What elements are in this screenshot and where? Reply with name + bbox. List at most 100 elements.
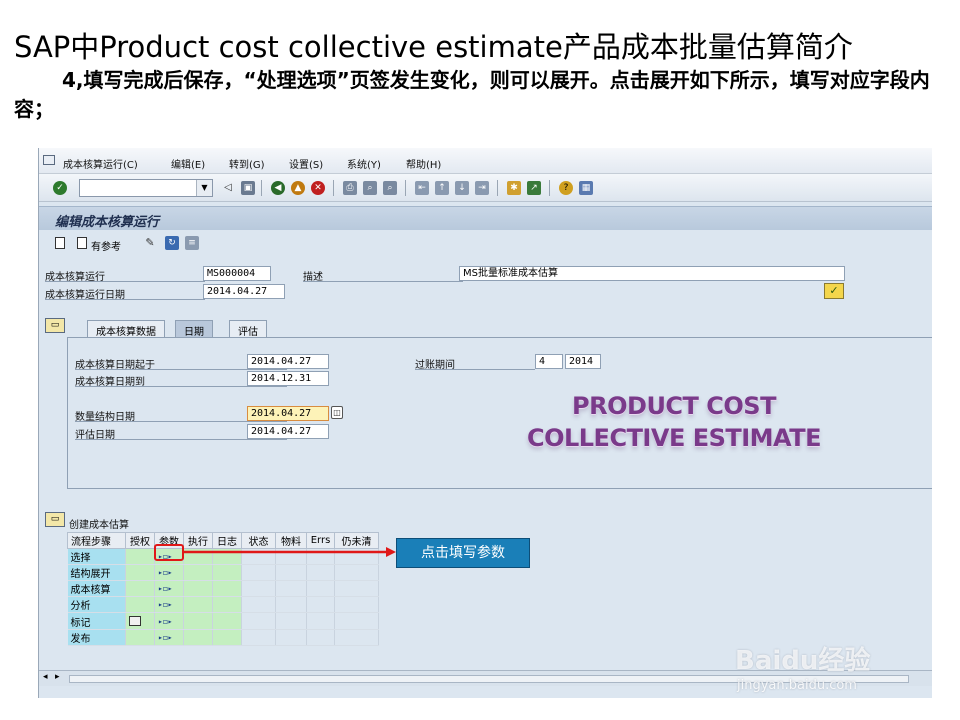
help-icon[interactable]: ? (559, 181, 573, 195)
previous-page-icon[interactable]: ↑ (435, 181, 449, 195)
menu-item-costing-run[interactable]: 成本核算运行(C) (63, 156, 138, 171)
table-row: 成本核算 ▸◻▸ (67, 580, 379, 597)
log-cell (212, 580, 242, 597)
parameter-icon[interactable]: ▸◻▸ (158, 600, 172, 609)
refresh-icon[interactable]: ↻ (165, 236, 179, 250)
scroll-left-icon[interactable]: ◂ (43, 672, 48, 682)
authorization-cell (125, 596, 155, 613)
step-costing[interactable]: 成本核算 (67, 580, 126, 597)
watermark-line-1: PRODUCT COST (572, 392, 776, 420)
parameter-cell[interactable]: ▸◻▸ (154, 596, 184, 613)
costing-date-from-field[interactable]: 2014.04.27 (247, 354, 329, 369)
execute-cell (183, 612, 213, 630)
layout-menu-icon[interactable]: ▦ (579, 181, 593, 195)
new-document-icon[interactable] (55, 237, 65, 249)
step-mark[interactable]: 标记 (67, 612, 126, 630)
material-cell (275, 612, 307, 630)
parameter-cell[interactable]: ▸◻▸ (154, 564, 184, 581)
parameter-icon[interactable]: ▸◻▸ (158, 584, 172, 593)
screen-title-bar: 编辑成本核算运行 (39, 206, 932, 230)
highlight-box (154, 544, 184, 561)
tab-dates[interactable]: 日期 (175, 320, 213, 338)
table-row: 发布 ▸◻▸ (67, 629, 379, 646)
command-field[interactable]: ▼ (79, 179, 213, 197)
enter-icon[interactable]: ✓ (53, 181, 67, 195)
step-select[interactable]: 选择 (67, 548, 126, 565)
open-cell (334, 596, 379, 613)
sap-menu-icon[interactable] (43, 155, 55, 165)
authorization-cell[interactable] (125, 612, 155, 630)
back-icon[interactable]: ◀ (271, 181, 285, 195)
label-underline (45, 299, 205, 300)
posting-year-field[interactable]: 2014 (565, 354, 601, 369)
menu-item-system[interactable]: 系统(Y) (347, 156, 381, 171)
callout-label: 点击填写参数 (396, 538, 530, 568)
baidu-logo: Baidu经验 (735, 646, 871, 676)
edit-pencil-icon[interactable]: ✎ (143, 236, 157, 250)
list-icon[interactable]: ≡ (185, 236, 199, 250)
cancel-icon[interactable]: ✕ (311, 181, 325, 195)
chevron-down-icon[interactable]: ▼ (196, 180, 212, 196)
tab-costing-data[interactable]: 成本核算数据 (87, 320, 165, 338)
parameter-icon[interactable]: ▸◻▸ (158, 617, 172, 626)
status-cell (241, 580, 276, 597)
print-icon[interactable]: ⎙ (343, 181, 357, 195)
parameter-cell[interactable]: ▸◻▸ (154, 629, 184, 646)
new-with-reference-icon[interactable] (77, 237, 87, 249)
first-page-icon[interactable]: ⇤ (415, 181, 429, 195)
quantity-structure-date-field[interactable]: 2014.04.27 (247, 406, 329, 421)
step-structure-explosion[interactable]: 结构展开 (67, 564, 126, 581)
costing-date-to-field[interactable]: 2014.12.31 (247, 371, 329, 386)
column-header[interactable]: 授权 (125, 532, 155, 549)
parameter-icon[interactable]: ▸◻▸ (158, 633, 172, 642)
material-cell (275, 629, 307, 646)
save-icon[interactable]: ▣ (241, 181, 255, 195)
status-cell (241, 629, 276, 646)
log-cell (212, 629, 242, 646)
description-field[interactable]: MS批量标准成本估算 (459, 266, 845, 281)
next-page-icon[interactable]: ↓ (455, 181, 469, 195)
menu-item-help[interactable]: 帮助(H) (406, 156, 441, 171)
errors-cell (306, 580, 335, 597)
menu-item-settings[interactable]: 设置(S) (289, 156, 323, 171)
authorization-cell (125, 548, 155, 565)
label-underline (75, 439, 287, 440)
tab-valuation[interactable]: 评估 (229, 320, 267, 338)
execute-cell (183, 596, 213, 613)
label-underline (75, 369, 287, 370)
exit-icon[interactable]: ▲ (291, 181, 305, 195)
costing-run-date-field[interactable]: 2014.04.27 (203, 284, 285, 299)
screen-title: 编辑成本核算运行 (55, 215, 160, 230)
possible-entries-icon[interactable]: ◫ (331, 406, 343, 419)
lock-open-icon[interactable] (129, 616, 141, 626)
check-icon[interactable]: ✓ (824, 283, 844, 299)
find-icon[interactable]: ⌕ (363, 181, 377, 195)
step-analysis[interactable]: 分析 (67, 596, 126, 613)
new-with-reference-label[interactable]: 有参考 (91, 238, 121, 253)
expand-folder-icon[interactable]: ▭ (45, 318, 65, 333)
new-session-icon[interactable]: ✱ (507, 181, 521, 195)
costing-run-field[interactable]: MS000004 (203, 266, 271, 281)
collapse-folder-icon[interactable]: ▭ (45, 512, 65, 527)
parameter-cell[interactable]: ▸◻▸ (154, 612, 184, 630)
slide-description: 4,填写完成后保存，“处理选项”页签发生变化，则可以展开。点击展开如下所示，填写… (14, 68, 930, 121)
shortcut-icon[interactable]: ↗ (527, 181, 541, 195)
table-row: 结构展开 ▸◻▸ (67, 564, 379, 581)
posting-period-field[interactable]: 4 (535, 354, 563, 369)
open-cell (334, 612, 379, 630)
status-cell (241, 596, 276, 613)
column-header[interactable]: 流程步骤 (67, 532, 126, 549)
parameter-cell[interactable]: ▸◻▸ (154, 580, 184, 597)
find-next-icon[interactable]: ⌕ (383, 181, 397, 195)
baidu-url: jingyan.baidu.com (737, 678, 857, 693)
parameter-icon[interactable]: ▸◻▸ (158, 568, 172, 577)
back-arrow-icon[interactable]: ◁ (221, 181, 235, 195)
material-cell (275, 580, 307, 597)
errors-cell (306, 564, 335, 581)
step-release[interactable]: 发布 (67, 629, 126, 646)
menu-item-goto[interactable]: 转到(G) (229, 156, 265, 171)
last-page-icon[interactable]: ⇥ (475, 181, 489, 195)
scroll-right-icon[interactable]: ▸ (55, 672, 60, 682)
menu-item-edit[interactable]: 编辑(E) (171, 156, 205, 171)
valuation-date-field[interactable]: 2014.04.27 (247, 424, 329, 439)
